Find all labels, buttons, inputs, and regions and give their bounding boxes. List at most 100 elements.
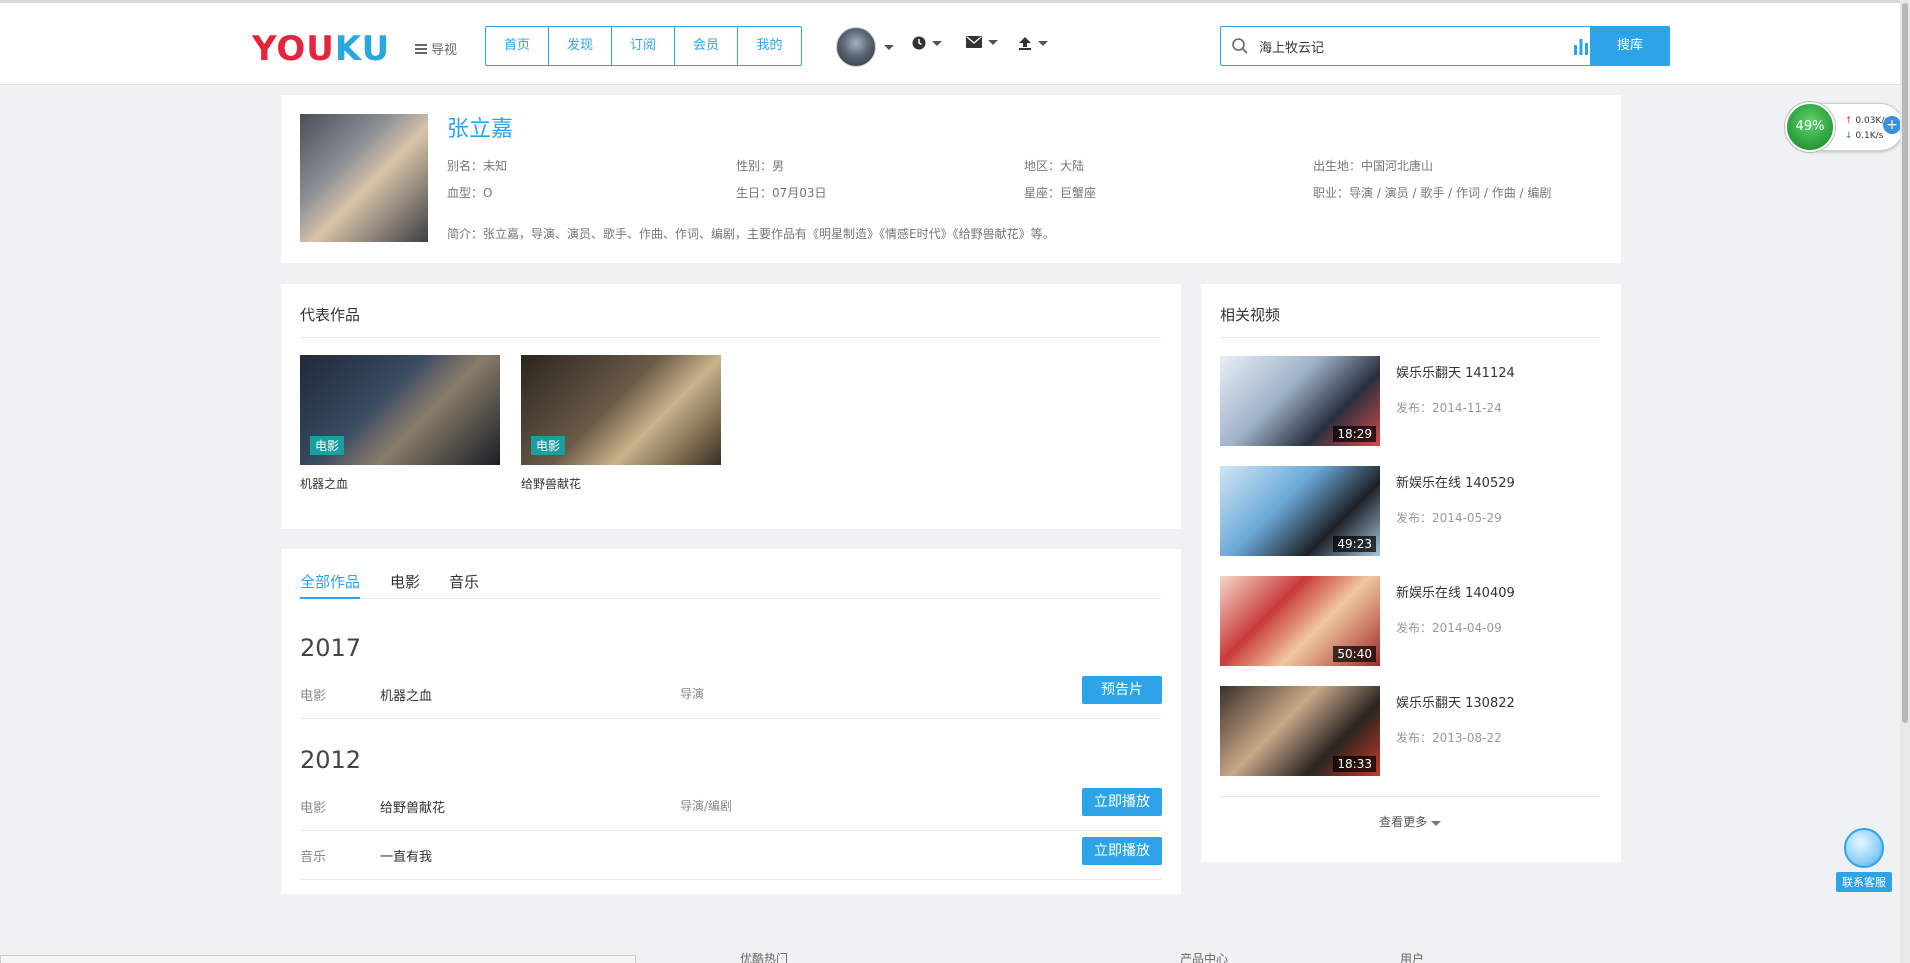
work-role: 导演 — [680, 687, 705, 701]
play-button[interactable]: 立即播放 — [1082, 837, 1162, 865]
table-row: 电影 给野兽献花 导演/编剧 立即播放 — [300, 783, 1162, 831]
video-date: 发布：2014-05-29 — [1396, 511, 1502, 525]
birthday: 生日：07月03日 — [736, 186, 827, 200]
tab-music[interactable]: 音乐 — [449, 571, 479, 592]
work-label[interactable]: 机器之血 — [300, 475, 348, 492]
chevron-down-icon — [884, 44, 894, 50]
blood-type: 血型：O — [447, 186, 493, 200]
search-input[interactable] — [1259, 35, 1559, 57]
scrollbar-thumb[interactable] — [1902, 3, 1908, 723]
birthplace: 出生地：中国河北唐山 — [1313, 159, 1434, 173]
work-label[interactable]: 给野兽献花 — [521, 475, 581, 492]
view-more-label: 查看更多 — [1379, 815, 1428, 829]
list-item[interactable]: 18:33 娱乐乐翻天 130822 发布：2013-08-22 — [1220, 686, 1600, 776]
customer-service-button[interactable]: 联系客服 — [1836, 828, 1892, 892]
profile-card: 张立嘉 别名：未知 性别：男 地区：大陆 出生地：中国河北唐山 血型：O 生日：… — [281, 95, 1621, 263]
work-thumb-2[interactable]: 电影 — [521, 355, 721, 465]
clock-icon — [912, 36, 926, 50]
work-tag: 电影 — [310, 436, 345, 455]
nav-vip[interactable]: 会员 — [675, 27, 738, 65]
mail-icon — [966, 36, 982, 48]
list-item[interactable]: 49:23 新娱乐在线 140529 发布：2014-05-29 — [1220, 466, 1600, 556]
table-row: 音乐 一直有我 立即播放 — [300, 832, 1162, 880]
person-name: 张立嘉 — [447, 117, 514, 142]
nav-home[interactable]: 首页 — [486, 27, 549, 65]
plus-icon[interactable]: + — [1883, 116, 1901, 134]
work-thumb-1[interactable]: 电影 — [300, 355, 500, 465]
youku-logo[interactable]: YOUKU — [252, 29, 390, 69]
gender: 性别：男 — [736, 159, 785, 173]
video-title[interactable]: 娱乐乐翻天 130822 — [1396, 692, 1515, 711]
chart-icon[interactable] — [1573, 37, 1589, 55]
play-button[interactable]: 立即播放 — [1082, 788, 1162, 816]
video-date: 发布：2013-08-22 — [1396, 731, 1502, 745]
video-title[interactable]: 新娱乐在线 140409 — [1396, 582, 1515, 601]
guide-menu[interactable]: 导视 — [415, 39, 457, 58]
year-heading: 2017 — [300, 634, 362, 662]
list-item[interactable]: 18:29 娱乐乐翻天 141124 发布：2014-11-24 — [1220, 356, 1600, 446]
video-thumbnail[interactable]: 50:40 — [1220, 576, 1380, 666]
message-menu[interactable] — [966, 36, 998, 48]
footer-user[interactable]: 用户 — [1400, 950, 1424, 963]
video-date: 发布：2014-04-09 — [1396, 621, 1502, 635]
history-menu[interactable] — [912, 36, 942, 50]
chevron-down-icon — [1430, 821, 1441, 826]
logo-text-you: YOU — [252, 29, 335, 69]
work-type: 电影 — [300, 689, 327, 704]
work-type: 音乐 — [300, 850, 327, 865]
footer-hot[interactable]: 优酷热门 — [740, 950, 788, 963]
work-role: 导演/编剧 — [680, 799, 733, 813]
filmography-card: 全部作品 电影 音乐 2017 电影 机器之血 导演 预告片 2012 电影 给… — [281, 549, 1181, 894]
related-videos-card: 相关视频 18:29 娱乐乐翻天 141124 发布：2014-11-24 49… — [1201, 284, 1621, 862]
video-thumbnail[interactable]: 18:33 — [1220, 686, 1380, 776]
menu-icon — [415, 43, 427, 54]
tab-movie[interactable]: 电影 — [390, 571, 420, 592]
work-title[interactable]: 机器之血 — [380, 685, 432, 704]
avatar[interactable] — [836, 27, 876, 67]
video-duration: 18:33 — [1333, 756, 1376, 772]
chevron-down-icon — [988, 39, 998, 45]
filmography-tabs: 全部作品 电影 音乐 — [300, 571, 1162, 599]
video-thumbnail[interactable]: 18:29 — [1220, 356, 1380, 446]
list-item[interactable]: 50:40 新娱乐在线 140409 发布：2014-04-09 — [1220, 576, 1600, 666]
scrollbar[interactable] — [1900, 0, 1910, 963]
video-title[interactable]: 娱乐乐翻天 141124 — [1396, 362, 1515, 381]
view-more-link[interactable]: 查看更多 — [1220, 796, 1600, 830]
work-title[interactable]: 一直有我 — [380, 846, 432, 865]
video-thumbnail[interactable]: 49:23 — [1220, 466, 1380, 556]
top-header: YOUKU 导视 首页 发现 订阅 会员 我的 搜库 — [0, 0, 1910, 85]
main-nav: 首页 发现 订阅 会员 我的 — [485, 26, 802, 66]
video-date: 发布：2014-11-24 — [1396, 401, 1502, 415]
video-title[interactable]: 新娱乐在线 140529 — [1396, 472, 1515, 491]
related-title: 相关视频 — [1220, 304, 1600, 338]
tab-all-works[interactable]: 全部作品 — [300, 571, 361, 599]
work-tag: 电影 — [531, 436, 566, 455]
user-menu[interactable] — [836, 27, 894, 67]
speed-percent: 49% — [1785, 102, 1835, 152]
guide-label: 导视 — [431, 43, 458, 58]
trailer-button[interactable]: 预告片 — [1082, 676, 1162, 704]
chevron-down-icon — [932, 40, 942, 46]
nav-mine[interactable]: 我的 — [738, 27, 801, 65]
network-speed-widget[interactable]: 49% ↑ 0.03K/s ↓ 0.1K/s + — [1785, 102, 1904, 152]
footer-products[interactable]: 产品中心 — [1180, 950, 1228, 963]
search-box: 搜库 — [1220, 26, 1670, 66]
works-card: 代表作品 电影 机器之血 电影 给野兽献花 — [281, 284, 1181, 529]
chevron-down-icon — [1038, 40, 1048, 46]
profession: 职业：导演 / 演员 / 歌手 / 作词 / 作曲 / 编剧 — [1313, 186, 1552, 200]
alias: 别名：未知 — [447, 159, 508, 173]
intro: 简介：张立嘉，导演、演员、歌手、作曲、作词、编剧，主要作品有《明星制造》《情感E… — [447, 227, 1055, 241]
search-button[interactable]: 搜库 — [1590, 26, 1670, 66]
nav-subscribe[interactable]: 订阅 — [612, 27, 675, 65]
service-icon — [1844, 828, 1884, 868]
video-duration: 18:29 — [1333, 426, 1376, 442]
nav-discover[interactable]: 发现 — [549, 27, 612, 65]
work-type: 电影 — [300, 801, 327, 816]
profile-photo — [300, 114, 428, 242]
work-title[interactable]: 给野兽献花 — [380, 797, 445, 816]
video-duration: 50:40 — [1333, 646, 1376, 662]
upload-menu[interactable] — [1018, 36, 1048, 50]
constellation: 星座：巨蟹座 — [1024, 186, 1097, 200]
table-row: 电影 机器之血 导演 预告片 — [300, 671, 1162, 719]
browser-status-bar — [0, 955, 636, 963]
